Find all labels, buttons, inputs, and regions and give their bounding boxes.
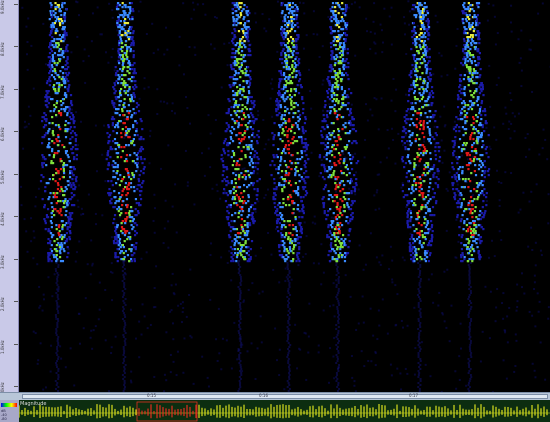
axis-tick — [14, 173, 18, 175]
axis-tick — [14, 216, 18, 218]
axis-tick-label: 2.0kHz — [0, 297, 5, 312]
axis-tick — [14, 4, 18, 5]
axis-tick — [14, 343, 18, 345]
axis-tick-label: 8.0kHz — [0, 42, 5, 57]
time-label: 0:17 — [409, 393, 418, 398]
axis-tick-label: 3.0kHz — [0, 254, 5, 269]
waveform-panel: dB -40 -80 Magnitude — [0, 400, 550, 422]
axis-tick-label: 7.0kHz — [0, 85, 5, 99]
level-label: -80 — [1, 417, 7, 421]
time-label: 0:16 — [259, 393, 268, 398]
axis-tick — [14, 46, 18, 48]
waveform-selection — [136, 401, 198, 422]
time-ruler: 0:15 0:16 0:17 — [19, 393, 550, 399]
frequency-axis: 9.0kHz 8.0kHz 7.0kHz 6.0kHz 5.0kHz 4.0kHz 3.0k… — [0, 0, 19, 396]
time-label: 0:15 — [147, 393, 156, 398]
axis-tick — [14, 131, 18, 133]
spectrogram-canvas[interactable] — [19, 0, 550, 392]
axis-tick — [14, 88, 18, 90]
axis-tick — [14, 301, 18, 303]
waveform-canvas[interactable] — [19, 400, 550, 422]
axis-tick — [14, 258, 18, 260]
spectrogram-window: 9.0kHz 8.0kHz 7.0kHz 6.0kHz 5.0kHz 4.0kHz 3.0k… — [0, 0, 550, 422]
axis-tick-label: 4.0kHz — [0, 212, 5, 227]
axis-tick-label: 1.0kHz — [0, 339, 5, 354]
level-labels: dB -40 -80 — [1, 409, 7, 421]
color-scale-legend — [1, 403, 17, 407]
axis-tick-label: 9.0kHz — [0, 0, 5, 14]
axis-tick — [14, 386, 18, 387]
panel-side: dB -40 -80 — [0, 400, 19, 422]
magnitude-label: Magnitude — [20, 401, 47, 407]
axis-tick-label: 6.0kHz — [0, 127, 5, 142]
axis-tick-label: 5.0kHz — [0, 169, 5, 184]
